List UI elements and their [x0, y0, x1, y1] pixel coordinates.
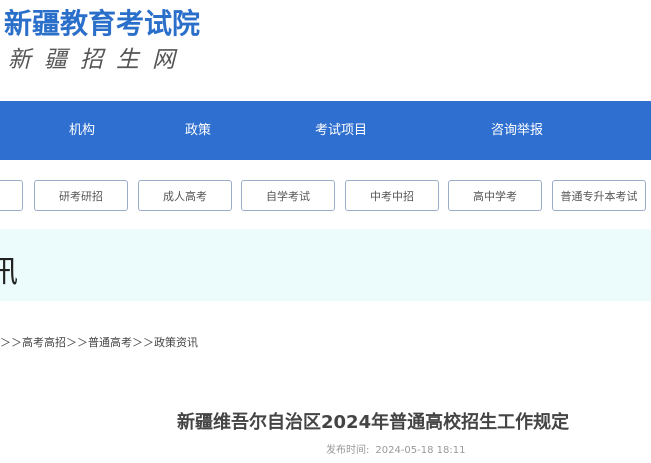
breadcrumb[interactable]: ＞＞高考高招＞＞普通高考＞＞政策资讯 [0, 334, 198, 350]
main-nav: 机构 政策 考试项目 咨询举报 [0, 101, 651, 160]
banner-title: 讯 [0, 255, 18, 290]
site-logo-subtitle: 新疆招生网 [8, 47, 188, 73]
site-logo-title[interactable]: 新疆教育考试院 [4, 2, 200, 42]
site-header: 新疆教育考试院 新疆招生网 [0, 0, 651, 100]
publish-label: 发布时间: [326, 445, 370, 456]
publish-info: 发布时间: 2024-05-18 18:11 [326, 441, 472, 456]
category-button-partial[interactable] [0, 180, 23, 211]
nav-item-exam-projects[interactable]: 考试项目 [315, 101, 367, 160]
category-button-adult[interactable]: 成人高考 [138, 180, 232, 211]
nav-item-consult-report[interactable]: 咨询举报 [491, 101, 543, 160]
category-button-upgrade[interactable]: 普通专升本考试 [552, 180, 646, 211]
category-button-middle-school[interactable]: 中考中招 [345, 180, 439, 211]
category-bar: 研考研招 成人高考 自学考试 中考中招 高中学考 普通专升本考试 [0, 160, 651, 226]
category-button-self-study[interactable]: 自学考试 [241, 180, 335, 211]
publish-datetime: 2024-05-18 18:11 [375, 445, 466, 456]
article-title: 新疆维吾尔自治区2024年普通高校招生工作规定 [177, 412, 570, 433]
category-button-graduate[interactable]: 研考研招 [34, 180, 128, 211]
category-button-high-school[interactable]: 高中学考 [448, 180, 542, 211]
nav-item-policy[interactable]: 政策 [185, 101, 211, 160]
section-banner: 讯 [0, 229, 651, 301]
nav-item-organization[interactable]: 机构 [69, 101, 95, 160]
